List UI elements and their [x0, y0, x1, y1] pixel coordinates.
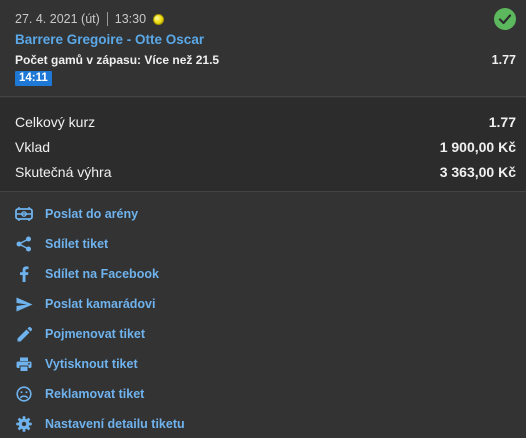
market-odd: 1.77 — [491, 53, 516, 67]
gear-icon — [15, 415, 33, 433]
arena-icon — [15, 205, 33, 223]
bet-date: 27. 4. 2021 (út) — [15, 12, 100, 26]
summary-value: 1 900,00 Kč — [439, 139, 516, 155]
action-send-to-friend[interactable]: Poslat kamarádovi — [0, 289, 526, 319]
divider — [106, 12, 108, 26]
pencil-icon — [15, 325, 33, 343]
summary-label: Celkový kurz — [15, 114, 96, 130]
check-circle-icon — [494, 8, 516, 30]
action-label: Pojmenovat tiket — [45, 327, 146, 341]
summary-label: Skutečná výhra — [15, 164, 112, 180]
bet-time: 13:30 — [114, 12, 147, 26]
print-icon — [15, 355, 33, 373]
action-label: Sdílet na Facebook — [45, 267, 159, 281]
action-claim-ticket[interactable]: Reklamovat tiket — [0, 379, 526, 409]
summary-row-total-odds: Celkový kurz 1.77 — [15, 112, 516, 132]
bet-meta: 27. 4. 2021 (út) 13:30 — [15, 11, 165, 27]
match-link[interactable]: Barrere Gregoire - Otte Oscar — [15, 32, 204, 47]
bet-detail: 27. 4. 2021 (út) 13:30 Barrere Gregoire … — [0, 0, 526, 97]
share-icon — [15, 235, 33, 253]
summary-label: Vklad — [15, 139, 51, 155]
action-rename-ticket[interactable]: Pojmenovat tiket — [0, 319, 526, 349]
summary-row-stake: Vklad 1 900,00 Kč — [15, 137, 516, 157]
live-time-badge: 14:11 — [15, 71, 52, 86]
facebook-icon — [15, 265, 33, 283]
action-label: Reklamovat tiket — [45, 387, 145, 401]
action-label: Poslat do arény — [45, 207, 139, 221]
bet-summary: Celkový kurz 1.77 Vklad 1 900,00 Kč Skut… — [0, 98, 526, 192]
action-share-facebook[interactable]: Sdílet na Facebook — [0, 259, 526, 289]
action-send-to-arena[interactable]: Poslat do arény — [0, 199, 526, 229]
sad-face-icon — [15, 385, 33, 403]
action-label: Vytisknout tiket — [45, 357, 138, 371]
action-ticket-detail-settings[interactable]: Nastavení detailu tiketu — [0, 409, 526, 438]
action-print-ticket[interactable]: Vytisknout tiket — [0, 349, 526, 379]
action-label: Poslat kamarádovi — [45, 297, 156, 311]
ticket-actions: Poslat do arény Sdílet tiket Sdílet na F… — [0, 193, 526, 438]
tennis-ball-icon — [153, 13, 165, 25]
summary-row-actual-win: Skutečná výhra 3 363,00 Kč — [15, 162, 516, 182]
market-label: Počet gamů v zápasu: Více než 21.5 — [15, 53, 220, 67]
action-share-ticket[interactable]: Sdílet tiket — [0, 229, 526, 259]
summary-value: 3 363,00 Kč — [439, 164, 516, 180]
send-icon — [15, 295, 33, 313]
action-label: Nastavení detailu tiketu — [45, 417, 185, 431]
action-label: Sdílet tiket — [45, 237, 109, 251]
summary-value: 1.77 — [488, 114, 516, 130]
